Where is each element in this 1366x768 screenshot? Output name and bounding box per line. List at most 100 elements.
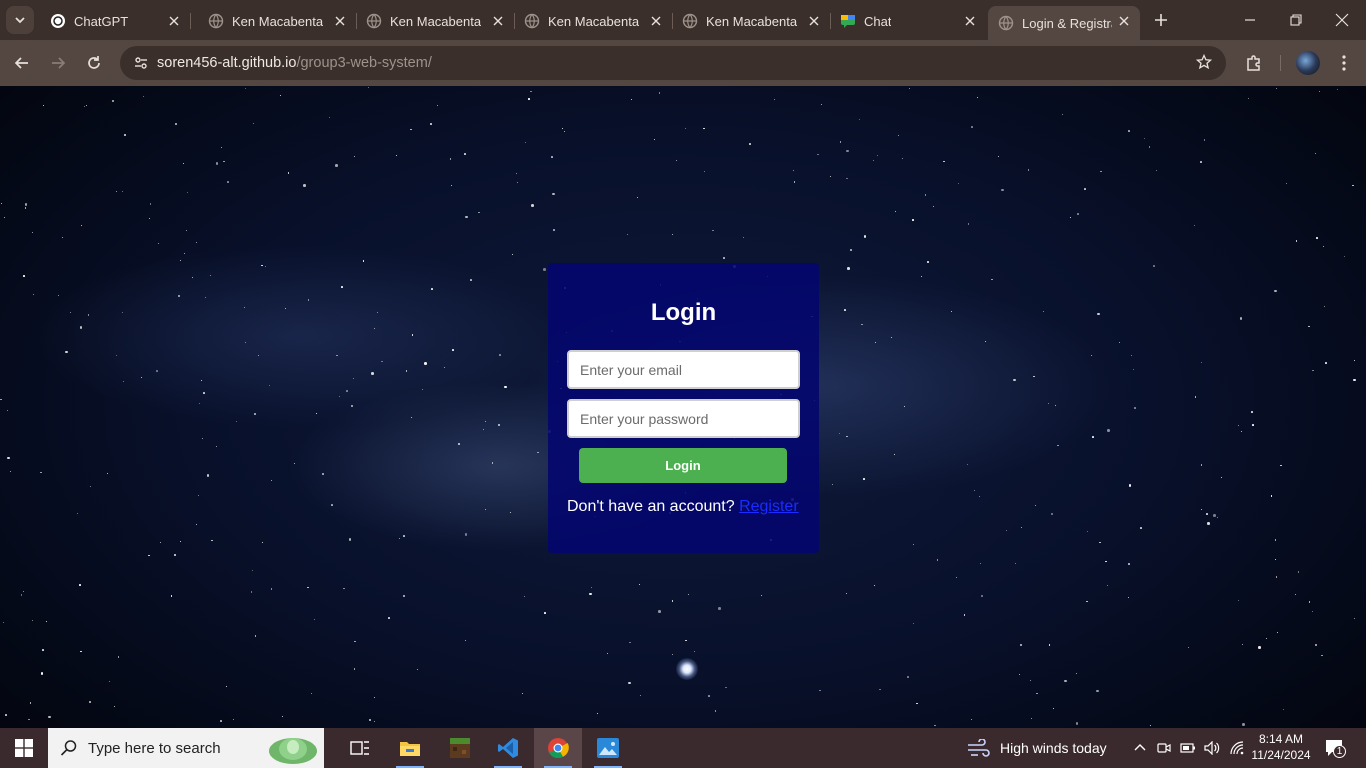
close-icon[interactable] — [490, 13, 506, 29]
star — [371, 372, 374, 375]
tab-chat[interactable]: Chat — [830, 6, 986, 36]
task-view-button[interactable] — [336, 728, 384, 768]
star — [157, 242, 159, 244]
star — [718, 607, 721, 610]
star — [997, 155, 999, 157]
star — [377, 312, 379, 314]
arrow-left-icon — [14, 57, 28, 69]
login-button[interactable]: Login — [579, 448, 787, 483]
password-input[interactable] — [567, 399, 800, 438]
back-button[interactable] — [8, 49, 36, 77]
menu-button[interactable] — [1330, 49, 1358, 77]
url-path: /group3-web-system/ — [296, 55, 432, 71]
star — [1062, 113, 1064, 115]
taskbar-search-box[interactable]: Type here to search — [48, 728, 324, 768]
taskbar-clock[interactable]: 8:14 AM 11/24/2024 — [1246, 731, 1316, 763]
star — [294, 462, 296, 464]
star — [562, 128, 563, 130]
close-icon[interactable] — [962, 13, 978, 29]
forward-button[interactable] — [44, 49, 72, 77]
star — [920, 275, 923, 278]
reload-button[interactable] — [80, 49, 108, 77]
star — [1312, 369, 1314, 372]
star — [1086, 600, 1088, 602]
tab-ken-macabenta-2[interactable]: Ken Macabenta — [356, 6, 515, 36]
close-window-button[interactable] — [1330, 8, 1354, 32]
clock-time: 8:14 AM — [1258, 732, 1304, 746]
bookmark-star-icon[interactable] — [1195, 53, 1213, 75]
star — [353, 668, 356, 670]
star — [42, 105, 44, 107]
star — [967, 464, 969, 465]
email-input[interactable] — [567, 350, 800, 389]
close-icon[interactable] — [648, 13, 664, 29]
star — [465, 215, 468, 218]
tab-chatgpt[interactable]: ChatGPT — [40, 6, 191, 36]
star — [368, 718, 371, 722]
star — [1148, 146, 1151, 148]
taskbar-file-explorer[interactable] — [386, 728, 434, 768]
close-icon[interactable] — [806, 13, 822, 29]
tab-search-button[interactable] — [6, 6, 34, 34]
taskbar-photos[interactable] — [584, 728, 632, 768]
star — [703, 127, 705, 130]
star — [537, 451, 539, 454]
star — [84, 106, 86, 108]
address-bar[interactable]: soren456-alt.github.io/group3-web-system… — [120, 46, 1226, 80]
notification-center-button[interactable]: 1 — [1322, 736, 1346, 760]
taskbar-minecraft[interactable] — [436, 728, 484, 768]
star — [1127, 597, 1129, 598]
more-vert-icon — [1342, 55, 1346, 71]
star — [141, 377, 142, 379]
tab-ken-macabenta-1[interactable]: Ken Macabenta — [198, 6, 357, 36]
tray-meet-now[interactable] — [1154, 738, 1174, 758]
close-icon[interactable] — [1116, 13, 1132, 29]
new-tab-button[interactable] — [1150, 9, 1172, 31]
vscode-icon — [498, 738, 518, 758]
star — [1033, 375, 1035, 378]
tab-ken-macabenta-4[interactable]: Ken Macabenta — [672, 6, 831, 36]
weather-widget[interactable]: High winds today — [966, 728, 1107, 768]
star — [331, 504, 333, 506]
star — [703, 170, 706, 173]
restore-button[interactable] — [1284, 8, 1308, 32]
star — [629, 641, 631, 644]
tray-wifi[interactable] — [1228, 738, 1248, 758]
star — [79, 584, 81, 586]
register-link[interactable]: Register — [739, 498, 799, 515]
tab-ken-macabenta-3[interactable]: Ken Macabenta — [514, 6, 673, 36]
star — [1048, 644, 1051, 646]
close-icon[interactable] — [332, 13, 348, 29]
star — [958, 183, 959, 185]
minimize-button[interactable] — [1238, 8, 1262, 32]
star — [373, 697, 375, 699]
star — [123, 133, 127, 137]
star — [5, 714, 7, 716]
star — [352, 377, 354, 379]
tray-overflow-button[interactable] — [1130, 738, 1150, 758]
star — [1029, 679, 1031, 681]
profile-avatar[interactable] — [1296, 51, 1320, 75]
tray-volume[interactable] — [1202, 738, 1222, 758]
star — [863, 235, 867, 238]
star — [23, 275, 25, 277]
star — [1118, 341, 1120, 343]
close-icon[interactable] — [166, 13, 182, 29]
tab-login-registration[interactable]: Login & Registra — [988, 6, 1140, 40]
start-button[interactable] — [0, 728, 48, 768]
extensions-button[interactable] — [1240, 49, 1268, 77]
taskbar-chrome[interactable] — [534, 728, 582, 768]
star — [636, 196, 638, 198]
site-info-icon[interactable] — [126, 55, 156, 71]
star — [116, 190, 118, 192]
star — [223, 160, 225, 163]
star — [1354, 360, 1356, 362]
star — [1097, 312, 1100, 315]
tray-battery[interactable] — [1178, 738, 1198, 758]
star — [1277, 632, 1279, 633]
star — [1325, 362, 1327, 364]
star — [243, 307, 245, 308]
star — [402, 594, 405, 598]
star — [859, 118, 861, 120]
taskbar-vscode[interactable] — [484, 728, 532, 768]
